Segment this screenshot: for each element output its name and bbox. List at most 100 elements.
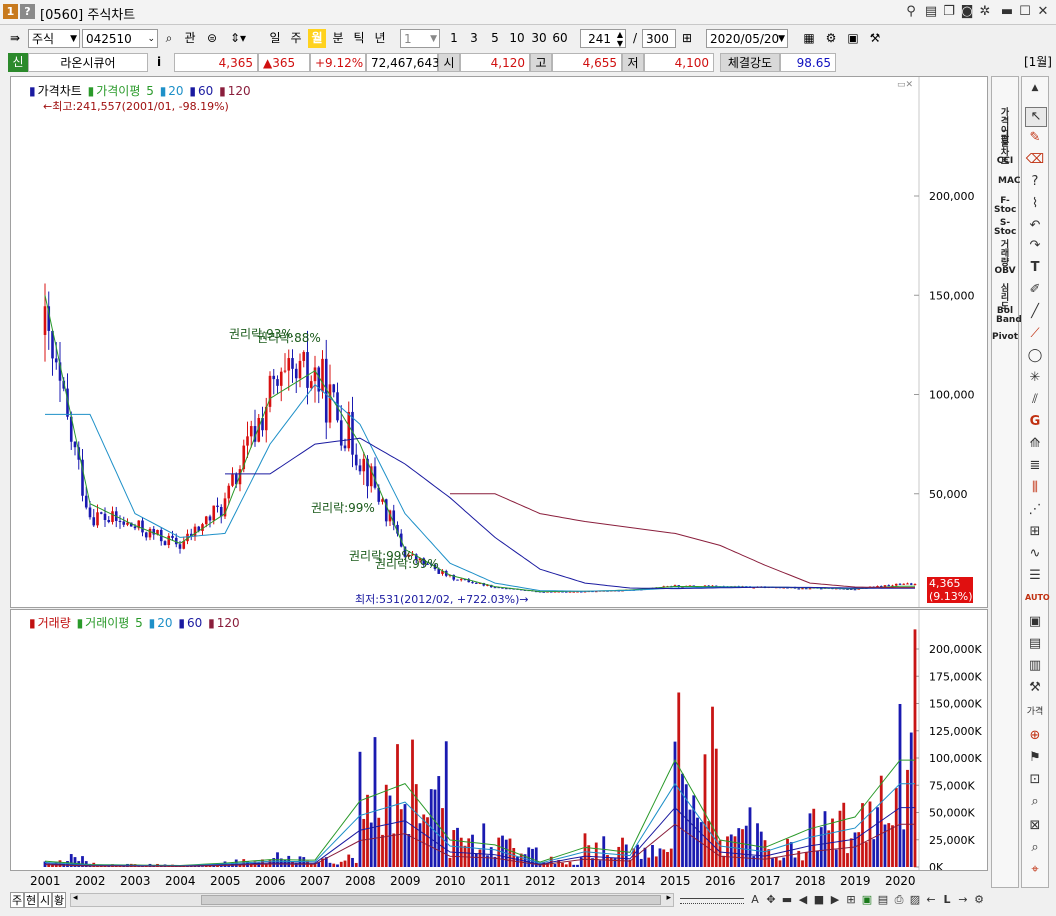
gann-icon[interactable]: G <box>1025 413 1045 431</box>
price-tool-icon[interactable]: 가격 <box>1025 703 1045 721</box>
stop-icon[interactable]: ■ <box>812 892 826 908</box>
layout-icon[interactable]: L <box>940 892 954 908</box>
bottom-tab-main[interactable]: 주 <box>10 892 24 908</box>
channel-icon[interactable]: ⫽ <box>1025 391 1045 409</box>
magnet-icon[interactable]: ⌇ <box>1025 195 1045 213</box>
window-link-icon[interactable]: ⇛ <box>6 29 24 48</box>
interval-3[interactable]: 3 <box>466 29 482 48</box>
grid-icon[interactable]: ⊞ <box>1025 523 1045 541</box>
tools-icon[interactable]: ⚒ <box>866 29 884 48</box>
period-day[interactable]: 일 <box>266 29 284 48</box>
info-button[interactable]: i <box>150 53 168 72</box>
auto-icon[interactable]: AUTO <box>1025 589 1050 607</box>
circle-icon[interactable]: ◯ <box>1025 347 1045 365</box>
font-icon[interactable]: A <box>748 892 762 908</box>
search-chart-icon[interactable]: ⌕ <box>1025 793 1045 811</box>
indicator-s-stoc[interactable]: S-Stoc <box>992 219 1018 237</box>
cycle-icon[interactable]: ⫼ <box>1025 479 1045 497</box>
window-icon[interactable]: ▣ <box>1025 613 1045 631</box>
indicator-obv[interactable]: OBV <box>992 267 1018 276</box>
volume-panel[interactable]: 200,000K 175,000K 150,000K 125,000K 100,000K… <box>10 609 988 871</box>
config-icon[interactable]: ⚙ <box>972 892 986 908</box>
save-icon[interactable]: ▣ <box>844 29 862 48</box>
save-icon[interactable]: ▤ <box>876 892 890 908</box>
bar-chart-icon[interactable]: ▥ <box>1025 657 1045 675</box>
indicator-f-stoc[interactable]: F-Stoc <box>992 197 1018 215</box>
help-icon[interactable]: ? <box>20 4 35 19</box>
period-year[interactable]: 년 <box>371 29 389 48</box>
period-minute[interactable]: 분 <box>329 29 347 48</box>
next-icon[interactable]: ▶ <box>828 892 842 908</box>
fibonacci-icon[interactable]: ≣ <box>1025 457 1045 475</box>
search-icon[interactable]: ⌕ <box>160 29 178 48</box>
bottom-tab-status[interactable]: 황 <box>52 892 66 908</box>
indicator-volume[interactable]: 거래량 <box>992 241 1018 268</box>
spinner-icon[interactable]: ▲ ▼ <box>617 30 623 48</box>
forward-icon[interactable]: → <box>956 892 970 908</box>
count-input[interactable]: 241 ▲ ▼ <box>580 29 626 48</box>
expand-icon[interactable]: ⊠ <box>1025 817 1045 835</box>
pin-icon[interactable]: ⚲ <box>902 3 920 21</box>
indicator-cci[interactable]: CCI <box>992 157 1018 166</box>
price-chart[interactable]: 200,000 150,000 100,000 50,000 <box>11 77 987 607</box>
search-icon[interactable]: ⌕ <box>1025 839 1045 857</box>
scroll-left-icon[interactable]: ◂ <box>73 893 78 903</box>
compare-icon[interactable]: ⊜ <box>203 29 221 48</box>
indicator-pivot[interactable]: Pivot <box>992 333 1018 342</box>
wave-icon[interactable]: ∿ <box>1025 545 1045 563</box>
indicator-bol-band[interactable]: Bol Band <box>992 307 1022 325</box>
eraser-icon[interactable]: ✎ <box>1025 129 1045 147</box>
price-panel[interactable]: 200,000 150,000 100,000 50,000 ▮ 가격차트 ▮ 가격이평 … <box>10 76 988 608</box>
interval-30[interactable]: 30 <box>529 29 549 48</box>
minimize-icon[interactable]: ▬ <box>998 3 1016 21</box>
market-select[interactable]: 주식 ▼ <box>28 29 80 48</box>
grid-icon[interactable]: ⊞ <box>844 892 858 908</box>
copy-icon[interactable]: ❐ <box>940 3 958 21</box>
scroll-right-icon[interactable]: ▸ <box>666 893 671 903</box>
zoom-slider[interactable] <box>680 898 744 904</box>
zoom-chart-icon[interactable]: ⊡ <box>1025 771 1045 789</box>
minus-icon[interactable]: ▬ <box>780 892 794 908</box>
period-week[interactable]: 주 <box>287 29 305 48</box>
volume-chart[interactable]: 200,000K 175,000K 150,000K 125,000K 100,000K… <box>11 610 987 870</box>
help-icon[interactable]: ? <box>1025 173 1045 191</box>
ray-icon[interactable]: ⟋ <box>1025 325 1045 343</box>
prev-icon[interactable]: ◀ <box>796 892 810 908</box>
camera-icon[interactable]: ◙ <box>958 3 976 21</box>
updown-icon[interactable]: ⇕▾ <box>224 29 252 48</box>
flag-icon[interactable]: ⚑ <box>1025 749 1045 767</box>
wrench-icon[interactable]: ⚒ <box>1025 679 1045 697</box>
close-icon[interactable]: ✕ <box>1034 3 1052 21</box>
line-icon[interactable]: ╱ <box>1025 303 1045 321</box>
related-button[interactable]: 관 <box>181 29 199 48</box>
indicator-macd[interactable]: MACD <box>992 177 1028 186</box>
redo-icon[interactable]: ↷ <box>1025 237 1045 255</box>
period-month[interactable]: 월 <box>308 29 326 48</box>
panel-restore-icon[interactable]: ▭✕ <box>897 80 913 90</box>
magnifier-icon[interactable]: ⊕ <box>1025 727 1045 745</box>
page-icon[interactable]: ▤ <box>1025 635 1045 653</box>
cursor-icon[interactable]: ↖ <box>1025 107 1047 127</box>
code-input[interactable]: 042510 ⌄ <box>82 29 158 48</box>
chart-icon[interactable]: ▣ <box>860 892 874 908</box>
horizontal-scrollbar[interactable]: ◂ ▸ <box>70 893 674 907</box>
stock-name[interactable]: 라온시큐어 <box>28 53 148 72</box>
text-icon[interactable]: T <box>1025 259 1045 277</box>
gear-icon[interactable]: ⚙ <box>822 29 840 48</box>
level-icon[interactable]: ☰ <box>1025 567 1045 585</box>
arrows-icon[interactable]: ✥ <box>764 892 778 908</box>
scroll-thumb[interactable] <box>201 895 661 905</box>
brush-icon[interactable]: ✐ <box>1025 281 1045 299</box>
period-tick[interactable]: 틱 <box>350 29 368 48</box>
image-icon[interactable]: ▨ <box>908 892 922 908</box>
maximize-icon[interactable]: ☐ <box>1016 3 1034 21</box>
print-icon[interactable]: ⎙ <box>892 892 906 908</box>
interval-1[interactable]: 1 <box>446 29 462 48</box>
cross-icon[interactable]: ✳ <box>1025 369 1045 387</box>
bottom-tab-current[interactable]: 현 <box>24 892 38 908</box>
chart-type-icon[interactable]: ▦ <box>800 29 818 48</box>
undo-icon[interactable]: ↶ <box>1025 217 1045 235</box>
back-icon[interactable]: ← <box>924 892 938 908</box>
date-picker[interactable]: 2020/05/20 ▼ <box>706 29 788 48</box>
arc-icon[interactable]: ⋰ <box>1025 501 1045 519</box>
